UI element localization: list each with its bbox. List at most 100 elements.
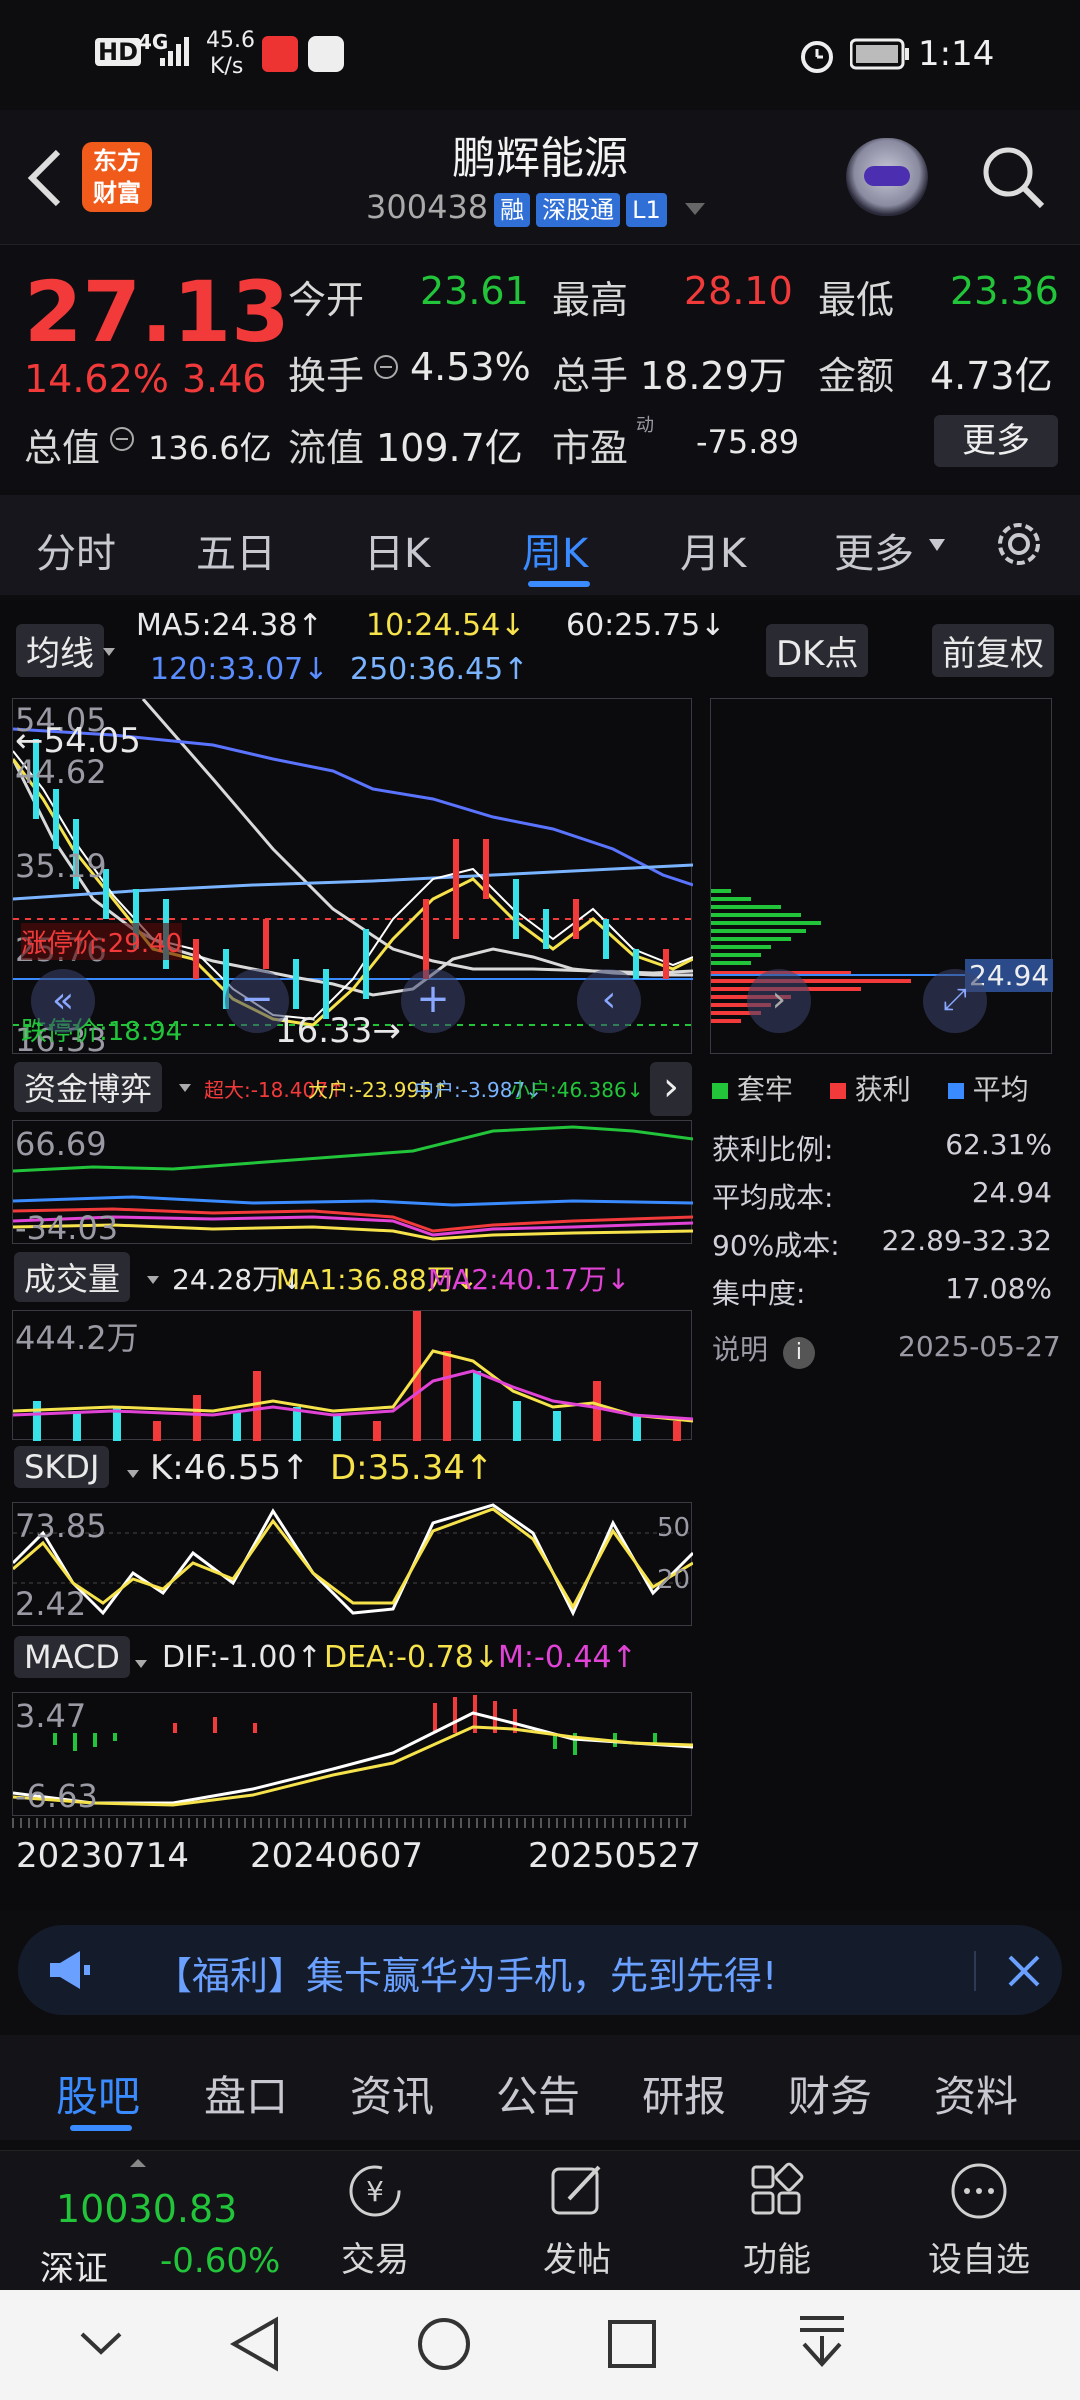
settings-gear-icon[interactable]: [990, 515, 1048, 573]
high-value: 28.10: [684, 269, 793, 313]
ma60-value: 60:25.75↓: [566, 608, 726, 643]
add-watchlist-button[interactable]: 设自选: [904, 2159, 1054, 2281]
info-face-icon[interactable]: [372, 353, 400, 381]
change-amount: 3.46: [182, 357, 267, 401]
expand-up-icon: [130, 2159, 146, 2167]
macd-panel[interactable]: 3.47 -6.63: [12, 1692, 693, 1816]
nav-back-icon[interactable]: [228, 2316, 282, 2372]
promo-banner[interactable]: 【福利】集卡赢华为手机，先到先得!: [18, 1925, 1062, 2015]
date-label-end: 20250527: [528, 1836, 702, 1876]
macd-selector[interactable]: MACD: [14, 1636, 130, 1678]
dropdown-arrow-icon: [929, 539, 945, 551]
add-watchlist-label: 设自选: [928, 2240, 1030, 2280]
volume-selector[interactable]: 成交量: [14, 1252, 131, 1302]
float-value: 109.7亿: [376, 426, 523, 470]
index-ticker[interactable]: 10030.83 深证 -0.60%: [0, 2151, 300, 2291]
macd-m: M:-0.44↑: [498, 1640, 637, 1675]
robot-assistant-icon[interactable]: [846, 138, 928, 216]
adjust-selector[interactable]: 前复权: [932, 624, 1054, 677]
amount-label: 金额: [818, 354, 895, 398]
volume-value: 18.29万: [640, 354, 787, 398]
post-button[interactable]: 发帖: [502, 2159, 652, 2281]
legend-average: 平均: [972, 1073, 1029, 1106]
dropdown-arrow-icon: [135, 1660, 147, 1668]
fund-small: 小户:46.386↓: [510, 1078, 644, 1102]
toutiao-icon: [262, 36, 298, 72]
amount-value: 4.73亿: [930, 354, 1053, 398]
skdj-selector[interactable]: SKDJ: [14, 1446, 110, 1488]
volume-label: 总手: [552, 354, 629, 398]
legend-trapped: 套牢: [736, 1073, 793, 1106]
trade-button[interactable]: ¥ 交易: [300, 2159, 450, 2281]
search-icon[interactable]: [978, 142, 1048, 212]
banner-divider: [974, 1951, 976, 1991]
zoom-in-button[interactable]: +: [401, 969, 465, 1033]
badge-level: L1: [626, 193, 667, 227]
tab-news[interactable]: 资讯: [350, 2063, 434, 2124]
scroll-left-button[interactable]: ‹: [577, 969, 641, 1033]
info-face-icon-2[interactable]: [108, 425, 136, 453]
skdj-axis-top: 73.85: [15, 1507, 107, 1545]
chip-scroll-right-button[interactable]: ›: [747, 969, 811, 1033]
indicator-next-button[interactable]: ›: [650, 1062, 692, 1116]
skdj-k-value: K:46.55↑: [150, 1448, 310, 1488]
index-name: 深证: [40, 2249, 108, 2289]
skdj-level-50: 50: [657, 1513, 691, 1543]
tab-monthly-k[interactable]: 月K: [680, 521, 746, 579]
tab-intraday[interactable]: 分时: [36, 521, 116, 579]
tab-daily-k[interactable]: 日K: [364, 521, 430, 579]
trade-yuan-icon: ¥: [349, 2165, 401, 2217]
tab-forum[interactable]: 股吧: [56, 2063, 140, 2124]
candlestick-panel[interactable]: 54.05 44.62 35.19 25.76 16.33 ←54.05 16.…: [12, 698, 693, 1059]
quote-panel: 27.13 14.62% 3.46 今开 23.61 最高 28.10 最低 2…: [0, 245, 1080, 490]
function-button[interactable]: 功能: [702, 2159, 852, 2281]
nav-recents-icon[interactable]: [606, 2318, 658, 2370]
ma10-value: 10:24.54↓: [366, 608, 526, 643]
dropdown-arrow-icon: [147, 1276, 159, 1284]
badge-margin: 融: [494, 193, 531, 227]
scroll-left-fast-button[interactable]: «: [31, 969, 95, 1033]
tab-more[interactable]: 更多: [834, 521, 914, 579]
stat-note-link[interactable]: 说明 i: [712, 1328, 815, 1369]
tab-research[interactable]: 研报: [642, 2063, 726, 2124]
ma5-value: MA5:24.38↑: [136, 608, 323, 643]
pe-value: -75.89: [696, 423, 800, 461]
dk-point-toggle[interactable]: DK点: [766, 624, 869, 677]
tab-announcements[interactable]: 公告: [496, 2063, 580, 2124]
skdj-d-value: D:35.34↑: [330, 1448, 494, 1488]
active-tab-underline: [528, 581, 590, 587]
chevron-down-icon[interactable]: [78, 2328, 124, 2358]
index-value: 10030.83: [56, 2187, 238, 2231]
chip-distribution-panel[interactable]: 24.94 › ⤢: [710, 698, 1054, 1054]
nav-home-icon[interactable]: [414, 2314, 474, 2374]
close-icon[interactable]: [1004, 1951, 1044, 1991]
zoom-out-button[interactable]: −: [225, 969, 289, 1033]
svg-text:¥: ¥: [366, 2175, 384, 2208]
fund-game-selector[interactable]: 资金博弈: [14, 1062, 163, 1112]
more-button[interactable]: 更多: [934, 415, 1058, 467]
tab-orderbook[interactable]: 盘口: [204, 2063, 288, 2124]
stock-code-row[interactable]: 300438 融深股通 L1: [366, 188, 707, 227]
badge-connect: 深股通: [536, 193, 621, 227]
banner-text: 【福利】集卡赢华为手机，先到先得!: [154, 1954, 778, 1998]
last-price: 27.13: [24, 263, 290, 361]
time-axis-ticks: [12, 1818, 692, 1828]
nav-download-icon[interactable]: [796, 2314, 848, 2372]
limit-up-price: 涨停价:29.40: [21, 923, 183, 960]
tab-profile[interactable]: 资料: [934, 2063, 1018, 2124]
tab-five-day[interactable]: 五日: [196, 521, 276, 579]
period-tabs: 分时 五日 日K 周K 月K 更多: [0, 495, 1080, 595]
ma-selector[interactable]: 均线: [16, 624, 104, 677]
fund-game-panel[interactable]: 66.69 -34.03: [12, 1120, 693, 1247]
post-label: 发帖: [543, 2240, 611, 2280]
skdj-panel[interactable]: 73.85 2.42 50 20: [12, 1502, 693, 1626]
edit-pencil-icon: [551, 2165, 601, 2215]
expand-icon[interactable]: ⤢: [923, 969, 987, 1033]
tab-financials[interactable]: 财务: [788, 2063, 872, 2124]
index-change: -0.60%: [160, 2241, 281, 2281]
open-value: 23.61: [420, 269, 529, 313]
volume-panel[interactable]: 444.2万: [12, 1310, 693, 1441]
tab-weekly-k[interactable]: 周K: [522, 521, 588, 579]
low-value: 23.36: [950, 269, 1059, 313]
low-marker: 16.33→: [275, 1011, 401, 1051]
